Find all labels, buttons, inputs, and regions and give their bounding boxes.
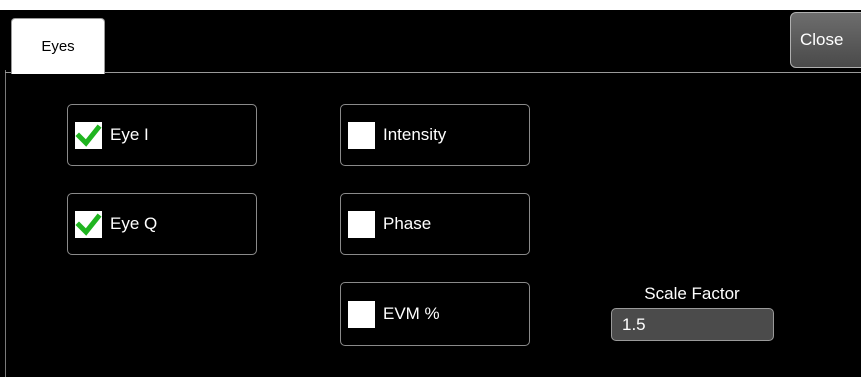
intensity-checkbox-box[interactable] bbox=[348, 121, 375, 149]
scale-factor-label: Scale Factor bbox=[644, 284, 740, 303]
intensity-label: Intensity bbox=[383, 125, 447, 144]
tab-divider bbox=[5, 72, 11, 73]
scale-factor-input[interactable]: 1.5 bbox=[611, 308, 774, 341]
evm-percent-label: EVM % bbox=[383, 304, 440, 323]
tab-eyes-label: Eyes bbox=[41, 38, 75, 55]
eye-i-checkbox[interactable]: Eye I bbox=[67, 104, 257, 166]
eye-i-label: Eye I bbox=[110, 125, 149, 144]
eye-q-label: Eye Q bbox=[110, 214, 158, 233]
check-mark-icon bbox=[75, 123, 102, 147]
eye-q-checkbox[interactable]: Eye Q bbox=[67, 193, 257, 255]
intensity-checkbox[interactable]: Intensity bbox=[340, 104, 530, 166]
eye-i-checkbox-box[interactable] bbox=[75, 121, 102, 149]
phase-checkbox[interactable]: Phase bbox=[340, 193, 530, 255]
check-mark-icon bbox=[75, 212, 102, 236]
evm-percent-checkbox-box[interactable] bbox=[348, 300, 375, 328]
phase-checkbox-box[interactable] bbox=[348, 210, 375, 238]
close-button-label: Close bbox=[800, 30, 844, 49]
tab-divider bbox=[105, 72, 861, 73]
phase-label: Phase bbox=[383, 214, 432, 233]
tab-eyes[interactable]: Eyes bbox=[11, 18, 105, 74]
panel-left-border bbox=[5, 70, 6, 377]
window-top-strip bbox=[0, 0, 861, 10]
close-button[interactable]: Close bbox=[790, 12, 861, 68]
eye-q-checkbox-box[interactable] bbox=[75, 210, 102, 238]
evm-percent-checkbox[interactable]: EVM % bbox=[340, 282, 530, 346]
